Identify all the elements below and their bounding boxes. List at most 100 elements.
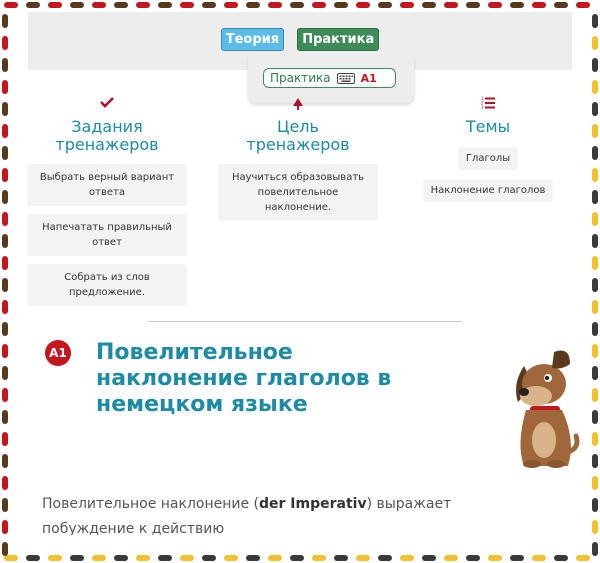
bone-decoration [592,234,598,248]
bone-decoration [510,2,524,8]
bone-decoration [554,555,568,561]
bone-decoration [202,2,216,8]
target-icon [208,96,388,114]
bone-decoration [2,476,8,490]
bone-decoration [158,555,172,561]
bone-decoration [2,102,8,116]
bone-decoration [2,124,8,138]
goal-card: Научиться образовывать повелительное нак… [218,164,378,221]
bone-decoration [268,555,282,561]
bone-decoration [2,190,8,204]
bone-decoration [48,555,62,561]
tab-bar: Теория Практика [28,28,572,51]
column-title-line: Цель [277,117,319,136]
column-topics: 1 2 3 Темы Глаголы Наклонение глаголов [398,96,578,210]
bone-decoration [2,542,8,556]
bone-decoration [592,476,598,490]
bone-decoration [488,555,502,561]
intro-text: Повелительное наклонение ( [42,496,259,512]
bone-decoration [2,36,8,50]
bone-decoration [400,555,414,561]
bone-decoration [592,190,598,204]
task-card[interactable]: Напечатать правильный ответ [27,214,187,256]
bone-decoration [92,555,106,561]
bone-decoration [224,2,238,8]
bone-decoration [592,454,598,468]
bone-decoration [356,555,370,561]
article-intro-line2: побуждение к действию [42,521,542,535]
bone-decoration [180,555,194,561]
practice-level-pill[interactable]: Практика A1 [263,68,396,88]
bone-decoration [592,322,598,336]
bone-decoration [592,36,598,50]
bone-decoration [592,366,598,380]
bone-decoration [114,555,128,561]
page: Теория Практика Практика A1 Задания трен… [12,12,588,551]
bone-decoration [290,2,304,8]
bone-decoration [592,388,598,402]
numbered-list-icon: 1 2 3 [398,96,578,114]
bone-decoration [2,14,8,28]
bone-decoration [356,2,370,8]
bone-decoration [2,322,8,336]
bone-decoration [592,124,598,138]
bone-decoration [592,146,598,160]
bone-decoration [592,432,598,446]
bone-decoration [592,498,598,512]
bone-decoration [532,2,546,8]
bone-decoration [312,2,326,8]
bone-decoration [2,80,8,94]
bone-decoration [158,2,172,8]
bone-decoration [334,2,348,8]
keyboard-icon [336,72,355,84]
bone-decoration [2,498,8,512]
bone-decoration [2,146,8,160]
topic-tag[interactable]: Наклонение глаголов [422,179,554,202]
intro-text: побуждение к действию [42,521,225,535]
svg-text:3: 3 [481,105,484,110]
article-intro: Повелительное наклонение (der Imperativ)… [42,496,542,512]
task-card[interactable]: Собрать из слов предложение. [27,264,187,306]
bone-decoration [576,555,590,561]
bone-decoration [136,555,150,561]
bone-decoration [2,234,8,248]
bone-decoration [2,256,8,270]
bone-decoration [180,2,194,8]
bone-decoration [422,555,436,561]
bone-decoration [4,2,18,8]
bone-decoration [70,555,84,561]
task-card[interactable]: Выбрать верный вариант ответа [27,164,187,206]
bone-decoration [2,366,8,380]
bone-decoration [466,555,480,561]
tab-practice[interactable]: Практика [297,28,380,51]
bone-decoration [444,2,458,8]
article-title: Повелительное наклонение глаголов в неме… [96,340,392,417]
column-title: Цель тренажеров [208,118,388,154]
tab-theory[interactable]: Теория [220,28,285,51]
column-title: Задания тренажеров [17,118,197,154]
bone-decoration [422,2,436,8]
bone-decoration [378,555,392,561]
bone-decoration [2,212,8,226]
bone-decoration [592,58,598,72]
intro-text: ) выражает [366,496,452,512]
bone-decoration [26,2,40,8]
bone-decoration [92,2,106,8]
bone-decoration [592,212,598,226]
practice-pill-label: Практика [270,71,331,85]
bone-decoration [2,278,8,292]
bone-decoration [202,555,216,561]
bone-decoration [312,555,326,561]
bone-decoration [246,2,260,8]
topic-tag[interactable]: Глаголы [457,147,519,170]
bone-decoration [592,410,598,424]
bone-decoration [592,102,598,116]
bone-decoration [70,2,84,8]
bone-decoration [576,2,590,8]
bone-decoration [466,2,480,8]
column-title-line: Задания [71,117,143,136]
bone-decoration [246,555,260,561]
bone-decoration [532,555,546,561]
bone-decoration [334,555,348,561]
bone-decoration [2,168,8,182]
